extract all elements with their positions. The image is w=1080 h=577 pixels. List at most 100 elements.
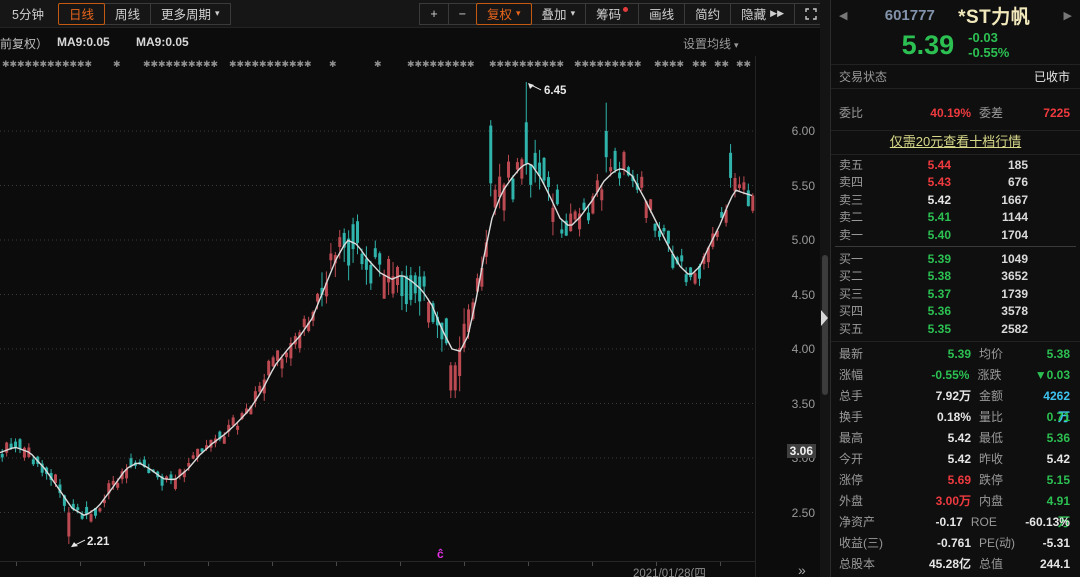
event-flag-icon[interactable]: ĉ <box>437 547 444 561</box>
event-marker-icon: ✱ <box>557 58 565 70</box>
order-book-row[interactable]: 卖二5.411144 <box>831 209 1080 226</box>
ma-settings-dropdown[interactable]: 设置均线▾ <box>683 35 739 52</box>
period-tabs: 5分钟日线周线更多周期▾ <box>0 0 233 28</box>
detail-label: 最高 <box>839 428 899 449</box>
order-volume: 1144 <box>951 209 1028 226</box>
event-marker-icon: ✱ <box>430 58 438 70</box>
detail-label: 内盘 <box>979 491 1037 512</box>
prev-stock-arrow-icon[interactable]: ◀ <box>839 9 847 22</box>
panel-collapse-arrow-icon[interactable] <box>821 310 828 326</box>
event-marker-icon: ✱ <box>229 58 237 70</box>
overlay-button[interactable]: 叠加▾ <box>531 3 587 25</box>
detail-value: -0.761 <box>899 533 971 554</box>
order-book-row[interactable]: 买五5.352582 <box>831 321 1080 338</box>
event-marker-icon: ✱ <box>211 58 219 70</box>
order-price: 5.41 <box>873 209 951 226</box>
order-book-row[interactable]: 买四5.363578 <box>831 303 1080 320</box>
detail-row: 最新5.39均价5.38 <box>831 344 1080 365</box>
event-marker-icon: ✱ <box>669 58 677 70</box>
simple-mode-button[interactable]: 简约 <box>684 3 731 25</box>
event-marker-icon: ✱ <box>654 58 662 70</box>
next-stock-arrow-icon[interactable]: ▶ <box>1064 9 1072 22</box>
button-label: − <box>459 7 466 21</box>
detail-label: 外盘 <box>839 491 899 512</box>
event-marker-icon: ✱ <box>627 58 635 70</box>
order-volume: 185 <box>951 157 1028 174</box>
event-marker-icon: ✱ <box>692 58 700 70</box>
event-marker-icon: ✱ <box>304 58 312 70</box>
level2-promo-row: 仅需20元查看十档行情 <box>831 131 1080 155</box>
detail-label: 总股本 <box>839 554 899 575</box>
button-label: 画线 <box>649 4 674 23</box>
order-level-label: 卖四 <box>839 174 873 191</box>
event-marker-icon: ✱ <box>467 58 475 70</box>
event-marker-icon: ✱ <box>736 58 744 70</box>
event-marker-icon: ✱ <box>70 58 78 70</box>
expand-date-axis-button[interactable]: » <box>798 562 806 577</box>
detail-value: 5.42 <box>1037 449 1070 470</box>
buy-order-book: 买一5.391049买二5.383652买三5.371739买四5.363578… <box>831 249 1080 338</box>
detail-row: 涨幅-0.55%涨跌▼0.03 <box>831 365 1080 386</box>
order-level-label: 卖二 <box>839 209 873 226</box>
event-marker-icon: ✱ <box>62 58 70 70</box>
event-marker-icon: ✱ <box>460 58 468 70</box>
event-marker-icon: ✱ <box>10 58 18 70</box>
order-volume: 2582 <box>951 321 1028 338</box>
order-book-row[interactable]: 卖五5.44185 <box>831 157 1080 174</box>
event-marker-icon: ✱ <box>113 58 121 70</box>
draw-line-button[interactable]: 画线 <box>638 3 685 25</box>
date-tick <box>720 562 721 566</box>
trade-status-row: 交易状态 已收市 <box>831 64 1080 89</box>
detail-label: 均价 <box>979 344 1037 365</box>
event-marker-icon: ✱ <box>407 58 415 70</box>
order-level-label: 买一 <box>839 251 873 268</box>
event-marker-icon: ✱ <box>158 58 166 70</box>
price-change: -0.03-0.55% <box>968 30 1009 60</box>
detail-label: 最低 <box>979 428 1037 449</box>
order-book-row[interactable]: 卖三5.421667 <box>831 192 1080 209</box>
date-tick <box>336 562 337 566</box>
order-book-row[interactable]: 买二5.383652 <box>831 268 1080 285</box>
detail-label: 昨收 <box>979 449 1037 470</box>
weicha-value: 7225 <box>1037 106 1070 120</box>
hide-button[interactable]: 隐藏▶▶ <box>730 3 795 25</box>
button-label: 更多周期 <box>161 4 211 23</box>
tab-5min[interactable]: 5分钟 <box>1 3 55 25</box>
trade-status-value: 已收市 <box>1034 68 1070 85</box>
adjust-button[interactable]: 复权▾ <box>476 3 532 25</box>
event-marker-icon: ✱ <box>17 58 25 70</box>
chips-button[interactable]: 筹码 <box>585 3 639 25</box>
event-marker-icon: ✱ <box>244 58 252 70</box>
order-volume: 1704 <box>951 227 1028 244</box>
detail-value: -60.13% <box>1025 512 1070 533</box>
event-markers-row[interactable]: ✱✱✱✱✱✱✱✱✱✱✱✱✱✱✱✱✱✱✱✱✱✱✱✱✱✱✱✱✱✱✱✱✱✱✱✱✱✱✱✱… <box>0 58 755 72</box>
zoom-in-button[interactable]: + <box>419 3 448 25</box>
level2-promo-link[interactable]: 仅需20元查看十档行情 <box>890 134 1021 149</box>
event-marker-icon: ✱ <box>77 58 85 70</box>
detail-value: 3.00万 <box>899 491 971 512</box>
order-book-row[interactable]: 卖四5.43676 <box>831 174 1080 191</box>
detail-label: 涨停 <box>839 470 899 491</box>
event-marker-icon: ✱ <box>504 58 512 70</box>
event-marker-icon: ✱ <box>677 58 685 70</box>
order-book-row[interactable]: 买一5.391049 <box>831 251 1080 268</box>
event-marker-icon: ✱ <box>662 58 670 70</box>
stock-name: *ST力帆 <box>958 2 1030 29</box>
zoom-out-button[interactable]: − <box>448 3 477 25</box>
tab-weekly[interactable]: 周线 <box>104 3 151 25</box>
tab-daily[interactable]: 日线 <box>58 3 105 25</box>
price-axis-label: 4.50 <box>792 288 815 302</box>
detail-label: 今开 <box>839 449 899 470</box>
order-book-row[interactable]: 卖一5.401704 <box>831 227 1080 244</box>
detail-row: 涨停5.69跌停5.15 <box>831 470 1080 491</box>
event-marker-icon: ✱ <box>237 58 245 70</box>
price-axis-label: 2.50 <box>792 506 815 520</box>
candlestick-plot[interactable]: 6.452.21 <box>0 56 755 561</box>
event-marker-icon: ✱ <box>151 58 159 70</box>
price-axis: 6.005.505.004.504.003.503.002.503.06 <box>756 56 820 561</box>
order-book-row[interactable]: 买三5.371739 <box>831 286 1080 303</box>
tab-more-periods[interactable]: 更多周期▾ <box>150 3 231 25</box>
price-axis-label: 3.50 <box>792 397 815 411</box>
event-marker-icon: ✱ <box>549 58 557 70</box>
event-marker-icon: ✱ <box>612 58 620 70</box>
